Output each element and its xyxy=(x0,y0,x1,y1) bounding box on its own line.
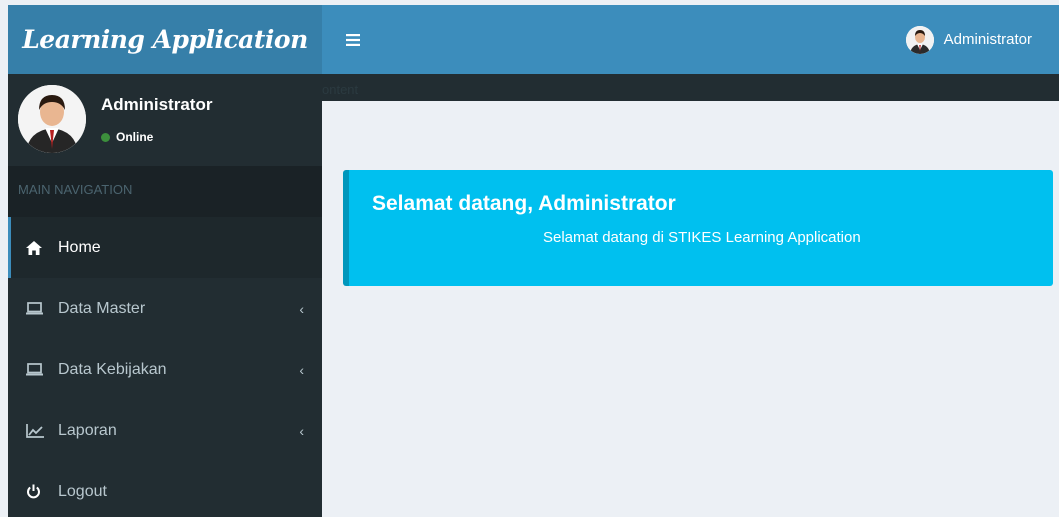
status-dot-icon xyxy=(101,132,110,142)
nav-header: MAIN NAVIGATION xyxy=(8,166,322,217)
power-icon xyxy=(26,484,48,499)
home-icon xyxy=(26,240,48,255)
sidebar: Administrator Online MAIN NAVIGATION Hom… xyxy=(8,74,322,517)
sidebar-item-logout[interactable]: Logout xyxy=(8,461,322,517)
hamburger-icon[interactable] xyxy=(346,31,360,49)
welcome-callout: Selamat datang, Administrator Selamat da… xyxy=(343,170,1053,286)
laptop-icon xyxy=(26,302,48,315)
chevron-left-icon: ‹ xyxy=(299,361,304,378)
status-badge: Online xyxy=(101,130,153,144)
sidebar-item-label: Logout xyxy=(58,482,107,500)
content-header-text: ontent xyxy=(322,82,359,97)
avatar xyxy=(18,85,86,153)
logo-text: Learning Application xyxy=(22,25,308,54)
status-text: Online xyxy=(116,130,154,144)
chevron-left-icon: ‹ xyxy=(299,422,304,439)
content-header: ontent xyxy=(322,74,1059,101)
user-name: Administrator xyxy=(943,31,1032,48)
top-navbar: Administrator xyxy=(322,5,1059,74)
sidebar-item-data-kebijakan[interactable]: Data Kebijakan ‹ xyxy=(8,339,322,400)
sidebar-item-label: Home xyxy=(58,238,101,256)
sidebar-item-label: Data Kebijakan xyxy=(58,360,167,378)
sidebar-item-label: Data Master xyxy=(58,299,146,317)
sidebar-item-home[interactable]: Home xyxy=(8,217,322,278)
laptop-icon xyxy=(26,363,48,376)
chevron-left-icon: ‹ xyxy=(299,300,304,317)
line-chart-icon xyxy=(26,423,48,438)
sidebar-item-data-master[interactable]: Data Master ‹ xyxy=(8,278,322,339)
user-menu[interactable]: Administrator xyxy=(905,25,1032,54)
callout-text: Selamat datang di STIKES Learning Applic… xyxy=(543,229,861,246)
sidebar-item-laporan[interactable]: Laporan ‹ xyxy=(8,400,322,461)
avatar xyxy=(905,25,934,54)
sidebar-item-label: Laporan xyxy=(58,421,117,439)
app-window: Learning Application Administrator Admin… xyxy=(0,0,1059,517)
user-panel: Administrator Online xyxy=(8,74,322,166)
callout-title: Selamat datang, Administrator xyxy=(372,192,676,215)
sidebar-user-name: Administrator xyxy=(101,95,213,114)
logo[interactable]: Learning Application xyxy=(8,5,322,74)
